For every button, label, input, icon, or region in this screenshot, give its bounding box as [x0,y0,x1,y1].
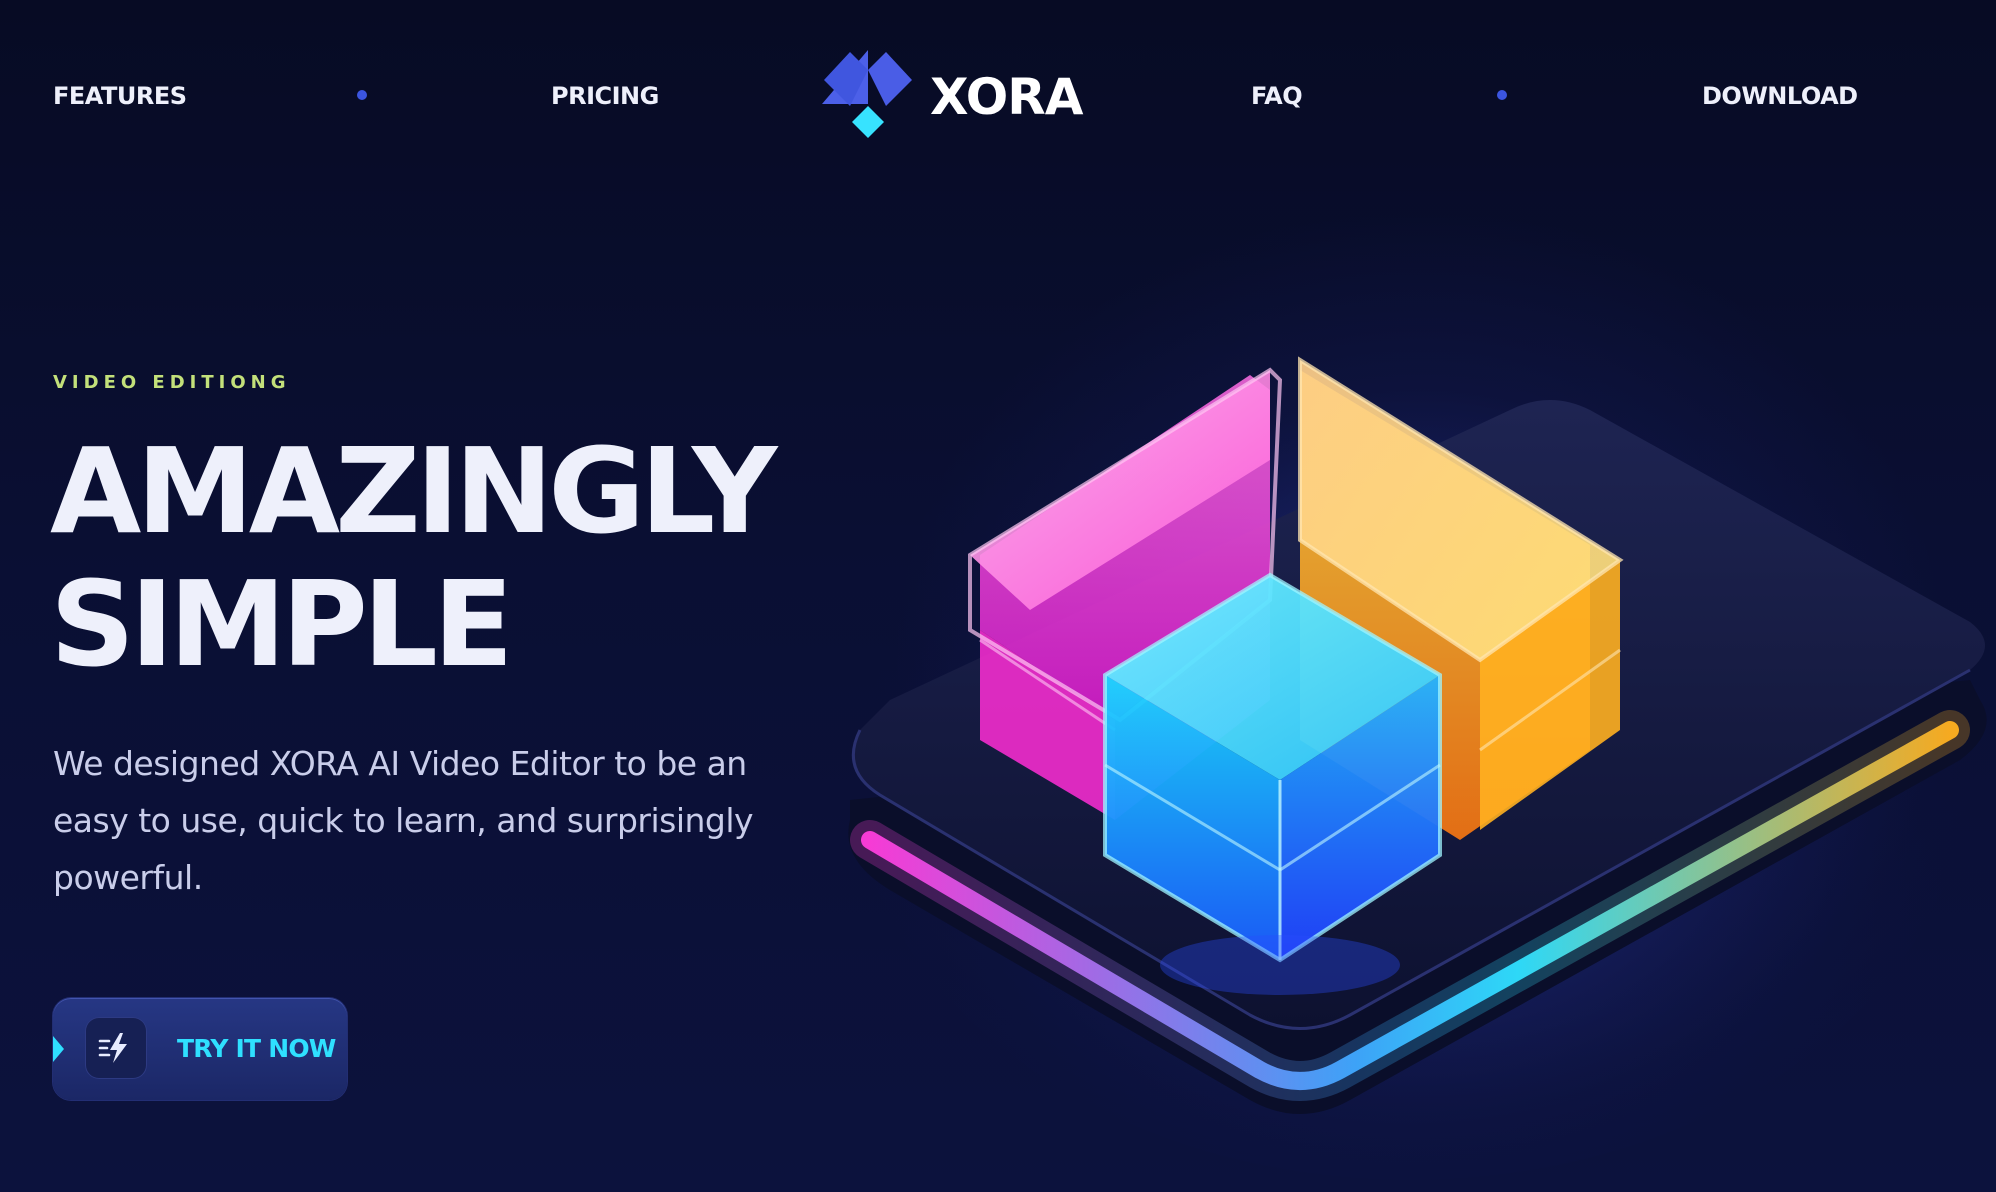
nav-link-faq[interactable]: FAQ [1251,80,1303,112]
cta-icon-container [85,1017,147,1079]
hero-description: We designed XORA AI Video Editor to be a… [53,744,754,897]
brand-name: XORA [930,68,1083,126]
hero-headline-line-1: AMAZINGLY [50,422,777,560]
top-navigation: FEATURES PRICING XORA FAQ DOWNLOAD [0,0,1996,190]
brand-logo[interactable]: XORA [822,50,1092,142]
hero-eyebrow: VIDEO EDITIONG [53,372,291,393]
hero-headline-line-2: SIMPLE [50,555,514,693]
lightning-speed-icon [98,1033,127,1063]
nav-separator-dot [1497,90,1507,100]
cta-accent-notch [53,1036,64,1062]
nav-link-download[interactable]: DOWNLOAD [1702,80,1858,112]
try-it-now-label: TRY IT NOW [177,1034,336,1063]
nav-link-pricing[interactable]: PRICING [551,80,659,112]
nav-separator-dot [357,90,367,100]
glass-blocks-illustration [848,340,1987,1180]
hero-headline: AMAZINGLY SIMPLE [50,425,950,691]
try-it-now-button[interactable]: TRY IT NOW [53,998,347,1100]
nav-link-features[interactable]: FEATURES [53,80,187,112]
xora-diamond-logo-icon [822,50,912,138]
